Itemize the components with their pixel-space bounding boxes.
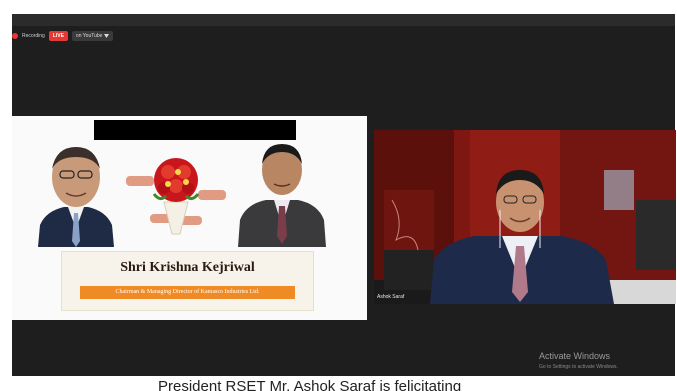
window-title-bar xyxy=(12,14,675,26)
honoree-name: Shri Krishna Kejriwal xyxy=(120,260,255,275)
name-panel: Shri Krishna Kejriwal Chairman & Managin… xyxy=(61,251,314,311)
activate-windows-title: Activate Windows xyxy=(539,351,611,361)
youtube-label: on YouTube xyxy=(75,32,103,39)
portrait-image-right xyxy=(238,144,326,247)
honoree-designation: Chairman & Managing Director of Kamasco … xyxy=(80,286,295,299)
portrait-image-left xyxy=(38,147,114,247)
youtube-stream-button[interactable]: on YouTube xyxy=(71,30,114,41)
bouquet-image xyxy=(126,158,226,235)
recording-toolbar: Recording LIVE on YouTube xyxy=(12,28,114,43)
participant-name-label: Ashok Saraf xyxy=(377,294,405,300)
recording-label: Recording xyxy=(22,32,45,39)
participant-video-tile xyxy=(374,130,676,304)
page-top-strip xyxy=(0,0,677,14)
chevron-down-icon xyxy=(104,33,110,38)
live-badge[interactable]: LIVE xyxy=(48,30,68,41)
recording-dot-icon xyxy=(12,32,18,39)
activate-windows-subtitle: Go to Settings to activate Windows. xyxy=(539,364,618,370)
caption-text: President RSET Mr. Ashok Saraf is felici… xyxy=(158,378,462,391)
caption-bar: President RSET Mr. Ashok Saraf is felici… xyxy=(0,376,677,391)
